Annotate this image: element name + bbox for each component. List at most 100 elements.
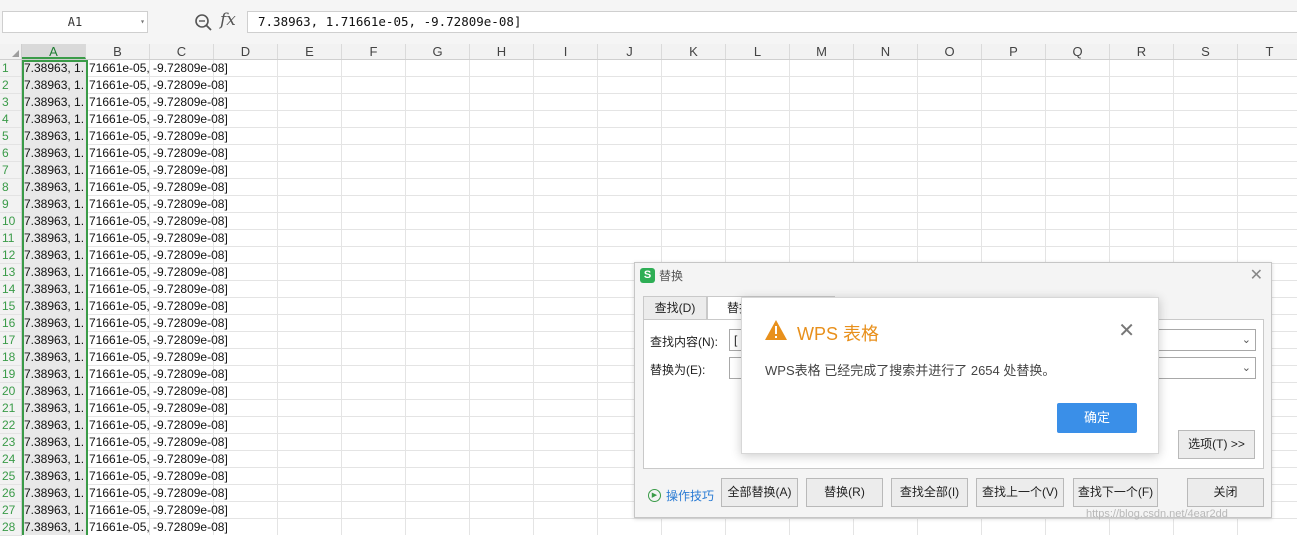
column-header-o[interactable]: O (918, 44, 982, 59)
chevron-down-icon[interactable]: ▾ (140, 12, 145, 32)
column-header-c[interactable]: C (150, 44, 214, 59)
cell-b[interactable]: 71661e-05, -9.72809e-08] (89, 434, 228, 451)
tab-find[interactable]: 查找(D) (643, 296, 707, 319)
find-next-button[interactable]: 查找下一个(F) (1073, 478, 1158, 507)
cell-b[interactable]: 71661e-05, -9.72809e-08] (89, 519, 228, 535)
column-header-r[interactable]: R (1110, 44, 1174, 59)
row-header[interactable]: 23 (0, 434, 21, 451)
row-header[interactable]: 5 (0, 128, 21, 145)
row-header[interactable]: 13 (0, 264, 21, 281)
cell-b[interactable]: 71661e-05, -9.72809e-08] (89, 128, 228, 145)
cell-b[interactable]: 71661e-05, -9.72809e-08] (89, 298, 228, 315)
row-header[interactable]: 19 (0, 366, 21, 383)
row-header[interactable]: 11 (0, 230, 21, 247)
column-header-k[interactable]: K (662, 44, 726, 59)
cell-b[interactable]: 71661e-05, -9.72809e-08] (89, 94, 228, 111)
column-header-h[interactable]: H (470, 44, 534, 59)
magnifier-icon[interactable] (194, 13, 212, 31)
row-header[interactable]: 25 (0, 468, 21, 485)
cell-b[interactable]: 71661e-05, -9.72809e-08] (89, 230, 228, 247)
cell-b[interactable]: 71661e-05, -9.72809e-08] (89, 264, 228, 281)
ok-button[interactable]: 确定 (1057, 403, 1137, 433)
replace-all-button[interactable]: 全部替换(A) (721, 478, 798, 507)
row-header[interactable]: 8 (0, 179, 21, 196)
cell-b[interactable]: 71661e-05, -9.72809e-08] (89, 247, 228, 264)
cell-b[interactable]: 71661e-05, -9.72809e-08] (89, 383, 228, 400)
find-all-button[interactable]: 查找全部(I) (891, 478, 968, 507)
column-header-e[interactable]: E (278, 44, 342, 59)
column-header-b[interactable]: B (86, 44, 150, 59)
cell-b[interactable]: 71661e-05, -9.72809e-08] (89, 281, 228, 298)
cell-b[interactable]: 71661e-05, -9.72809e-08] (89, 196, 228, 213)
formula-input[interactable]: 7.38963, 1.71661e-05, -9.72809e-08] (247, 11, 1297, 33)
column-header-j[interactable]: J (598, 44, 662, 59)
row-header[interactable]: 7 (0, 162, 21, 179)
row-header[interactable]: 1 (0, 60, 21, 77)
row-header[interactable]: 6 (0, 145, 21, 162)
cell-b[interactable]: 71661e-05, -9.72809e-08] (89, 485, 228, 502)
column-header-d[interactable]: D (214, 44, 278, 59)
cell-b[interactable]: 71661e-05, -9.72809e-08] (89, 315, 228, 332)
column-header-m[interactable]: M (790, 44, 854, 59)
chevron-down-icon[interactable]: ⌄ (1242, 330, 1251, 350)
column-header-q[interactable]: Q (1046, 44, 1110, 59)
row-header[interactable]: 22 (0, 417, 21, 434)
row-header[interactable]: 9 (0, 196, 21, 213)
row-header[interactable]: 26 (0, 485, 21, 502)
row-header[interactable]: 2 (0, 77, 21, 94)
row-header[interactable]: 24 (0, 451, 21, 468)
cell-b[interactable]: 71661e-05, -9.72809e-08] (89, 366, 228, 383)
name-box[interactable]: A1 ▾ (2, 11, 148, 33)
cell-b[interactable]: 71661e-05, -9.72809e-08] (89, 502, 228, 519)
cell-b[interactable]: 71661e-05, -9.72809e-08] (89, 451, 228, 468)
play-circle-icon[interactable]: ▶ (648, 489, 661, 502)
row-header[interactable]: 20 (0, 383, 21, 400)
cell-b[interactable]: 71661e-05, -9.72809e-08] (89, 213, 228, 230)
column-header-g[interactable]: G (406, 44, 470, 59)
column-header-p[interactable]: P (982, 44, 1046, 59)
options-button[interactable]: 选项(T) >> (1178, 430, 1255, 459)
cell-b[interactable]: 71661e-05, -9.72809e-08] (89, 332, 228, 349)
close-icon[interactable]: ✕ (1250, 265, 1263, 285)
row-header[interactable]: 12 (0, 247, 21, 264)
column-header-i[interactable]: I (534, 44, 598, 59)
close-button[interactable]: 关闭 (1187, 478, 1264, 507)
cell-b[interactable]: 71661e-05, -9.72809e-08] (89, 145, 228, 162)
row-header[interactable]: 14 (0, 281, 21, 298)
row-header[interactable]: 18 (0, 349, 21, 366)
row-header[interactable]: 27 (0, 502, 21, 519)
row-header[interactable]: 17 (0, 332, 21, 349)
fx-icon[interactable]: fx (220, 10, 236, 30)
row-header[interactable]: 16 (0, 315, 21, 332)
column-header-f[interactable]: F (342, 44, 406, 59)
row-header[interactable]: 28 (0, 519, 21, 536)
cell-b[interactable]: 71661e-05, -9.72809e-08] (89, 400, 228, 417)
find-prev-button[interactable]: 查找上一个(V) (976, 478, 1064, 507)
row-header[interactable]: 10 (0, 213, 21, 230)
column-header-n[interactable]: N (854, 44, 918, 59)
row-header[interactable]: 4 (0, 111, 21, 128)
close-icon[interactable]: ✕ (1118, 318, 1135, 343)
cell-b[interactable]: 71661e-05, -9.72809e-08] (89, 179, 228, 196)
column-header-t[interactable]: T (1238, 44, 1297, 59)
row-header[interactable]: 15 (0, 298, 21, 315)
cell-b[interactable]: 71661e-05, -9.72809e-08] (89, 77, 228, 94)
cell-b[interactable]: 71661e-05, -9.72809e-08] (89, 468, 228, 485)
cell-b[interactable]: 71661e-05, -9.72809e-08] (89, 417, 228, 434)
column-header-l[interactable]: L (726, 44, 790, 59)
table-row: 7.38963, 1. 71661e-05, -9.72809e-08] (22, 298, 622, 315)
cell-b[interactable]: 71661e-05, -9.72809e-08] (89, 349, 228, 366)
tips-link[interactable]: 操作技巧 (666, 487, 714, 504)
row-header[interactable]: 3 (0, 94, 21, 111)
cell-b[interactable]: 71661e-05, -9.72809e-08] (89, 111, 228, 128)
column-header-a[interactable]: A (22, 44, 86, 59)
table-row: 7.38963, 1. 71661e-05, -9.72809e-08] (22, 417, 622, 434)
cell-b[interactable]: 71661e-05, -9.72809e-08] (89, 162, 228, 179)
column-header-s[interactable]: S (1174, 44, 1238, 59)
replace-button[interactable]: 替换(R) (806, 478, 883, 507)
table-row: 7.38963, 1. 71661e-05, -9.72809e-08] (22, 332, 622, 349)
select-all-corner[interactable] (0, 44, 22, 60)
cell-b[interactable]: 71661e-05, -9.72809e-08] (89, 60, 228, 77)
chevron-down-icon[interactable]: ⌄ (1242, 358, 1251, 378)
row-header[interactable]: 21 (0, 400, 21, 417)
